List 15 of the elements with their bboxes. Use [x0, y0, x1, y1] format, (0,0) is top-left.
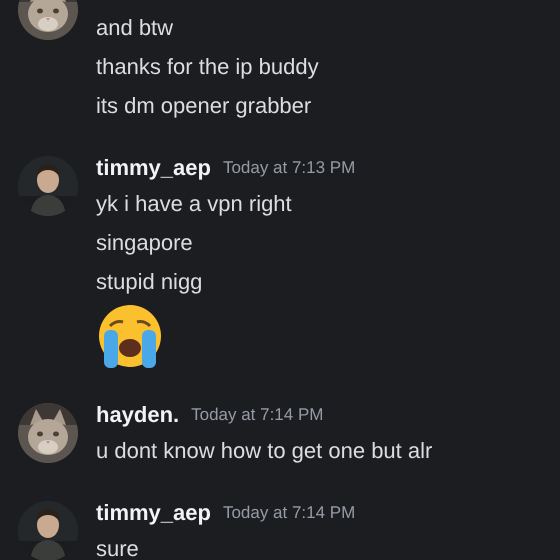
crying-face-icon	[96, 304, 164, 370]
message-text: u dont know how to get one but alr	[96, 437, 432, 465]
message-text: singapore	[96, 229, 193, 257]
message-text: stupid nigg	[96, 268, 202, 296]
timestamp: Today at 7:14 PM	[191, 404, 324, 426]
message-text: and btw	[96, 14, 174, 42]
username[interactable]: timmy_aep	[96, 152, 211, 184]
message-text: thanks for the ip buddy	[96, 53, 319, 81]
timestamp: Today at 7:13 PM	[222, 157, 356, 179]
timestamp: Today at 7:14 PM	[222, 502, 356, 524]
message-text: its dm opener grabber	[96, 92, 312, 120]
username[interactable]: timmy_aep	[96, 497, 211, 529]
username[interactable]: hayden.	[96, 399, 180, 431]
message-text: sure	[96, 535, 139, 560]
message-text: yk i have a vpn right	[96, 190, 292, 218]
